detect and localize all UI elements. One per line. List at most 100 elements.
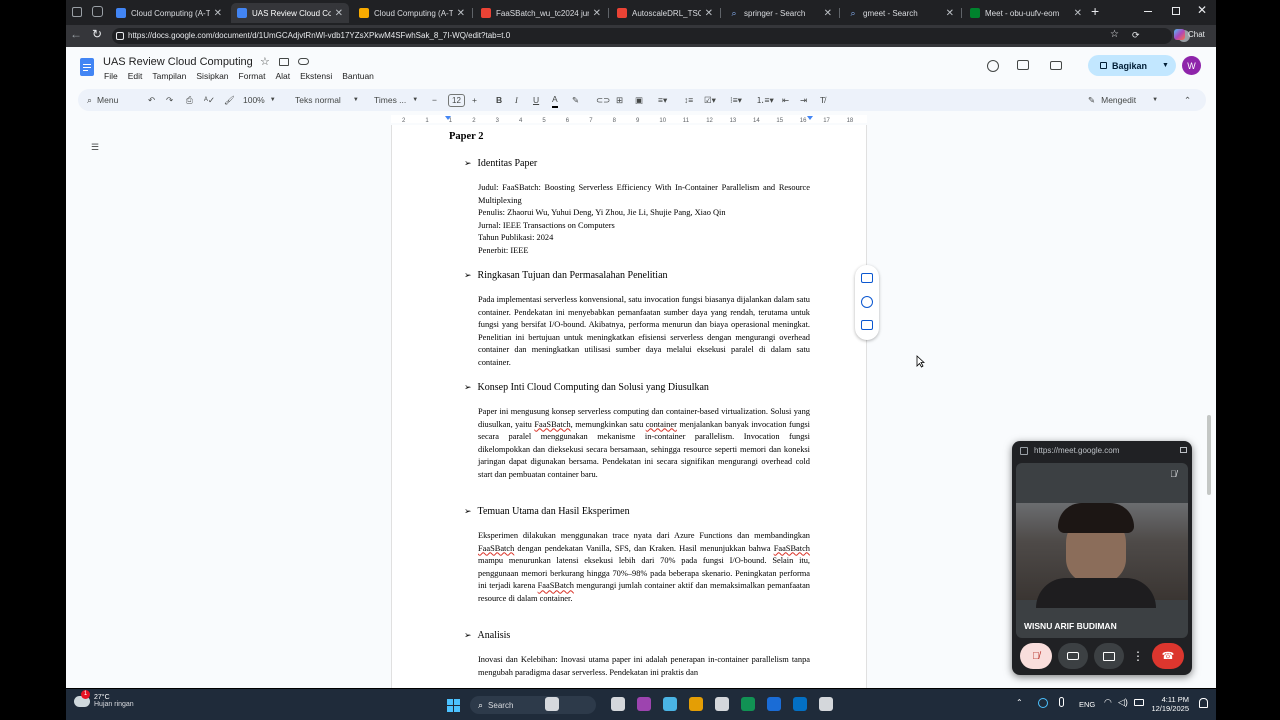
menu-item[interactable]: Alat	[275, 71, 290, 81]
scrollbar[interactable]	[1207, 415, 1211, 495]
ruler[interactable]: 2 1 1 2 3 4 5 6 7 8 9 10 11 12 13 14 15 16 17 18	[391, 115, 867, 123]
meet-picture-in-picture[interactable]: https://meet.google.com 🎙̸ WISNU ARIF BU…	[1012, 441, 1192, 675]
browser-tab[interactable]: Cloud Computing (A-TM-5) ✕	[110, 3, 228, 23]
menu-item[interactable]: Ekstensi	[300, 71, 332, 81]
volume-icon[interactable]: ◁)	[1118, 697, 1128, 708]
start-button[interactable]	[447, 699, 460, 712]
language-indicator[interactable]: ENG	[1079, 700, 1095, 709]
reload-button[interactable]: ↻	[92, 27, 102, 41]
edge-icon[interactable]	[741, 697, 755, 711]
outlook-icon[interactable]	[793, 697, 807, 711]
close-tab-icon[interactable]: ✕	[457, 8, 465, 19]
browser-tab[interactable]: UAS Review Cloud Computi ✕	[231, 3, 349, 23]
font-select[interactable]: Times ... ▼	[374, 89, 418, 111]
edge-browser-icon[interactable]	[767, 697, 781, 711]
close-tab-icon[interactable]: ✕	[824, 8, 832, 19]
print-icon[interactable]: ⎙	[186, 89, 193, 111]
link-icon[interactable]: ⊂⊃	[596, 89, 610, 111]
add-comment-icon[interactable]: ⊞	[616, 89, 623, 111]
menu-item[interactable]: Format	[239, 71, 266, 81]
add-comment-icon[interactable]	[861, 273, 873, 283]
close-tab-icon[interactable]: ✕	[705, 8, 713, 19]
cloud-saved-icon[interactable]	[298, 58, 309, 65]
account-avatar[interactable]: W	[1182, 56, 1201, 75]
browser-tab[interactable]: ⌕ springer - Search ✕	[723, 3, 838, 23]
docs-logo-icon[interactable]	[80, 58, 94, 76]
decrease-indent-icon[interactable]: ⇤	[782, 89, 789, 111]
text-color-button[interactable]: A	[552, 92, 558, 108]
menu-item[interactable]: Tampilan	[152, 71, 186, 81]
present-screen-button[interactable]	[1094, 643, 1124, 669]
camera-button[interactable]	[1058, 643, 1088, 669]
tray-chevron-icon[interactable]: ⌃	[1016, 698, 1023, 707]
tab-search-button[interactable]	[72, 7, 82, 17]
extensions-icon[interactable]: ⟳	[1132, 30, 1140, 41]
tray-mic-icon[interactable]	[1059, 697, 1064, 707]
spellcheck-icon[interactable]: ᴬ✓	[204, 89, 215, 111]
clock[interactable]: 4:11 PM 12/19/2025	[1151, 695, 1189, 713]
font-size-decrease-button[interactable]: −	[432, 89, 437, 111]
taskbar-search[interactable]: ⌕ Search	[470, 696, 596, 714]
bookmark-star-icon[interactable]: ☆	[1110, 29, 1119, 40]
menu-item[interactable]: File	[104, 71, 118, 81]
font-size-increase-button[interactable]: +	[472, 89, 477, 111]
paint-format-icon[interactable]: 🖌	[224, 89, 235, 111]
move-folder-icon[interactable]	[279, 58, 289, 66]
active-app-icon[interactable]	[819, 697, 833, 711]
back-button[interactable]: ←	[70, 27, 82, 41]
leave-call-button[interactable]: ☎	[1152, 643, 1184, 669]
meet-video-icon[interactable]	[1050, 61, 1062, 70]
undo-button[interactable]: ↶	[148, 89, 155, 111]
close-tab-icon[interactable]: ✕	[593, 8, 601, 19]
align-button[interactable]: ≡▾	[658, 89, 667, 111]
site-info-icon[interactable]	[116, 32, 124, 40]
zoom-select[interactable]: 100% ▼	[243, 89, 276, 111]
minimize-button[interactable]	[1144, 11, 1152, 12]
chat-app-icon[interactable]	[545, 697, 559, 711]
close-tab-icon[interactable]: ✕	[1074, 8, 1082, 19]
checklist-icon[interactable]: ☑▾	[704, 89, 716, 111]
close-tab-icon[interactable]: ✕	[946, 8, 954, 19]
share-button[interactable]: Bagikan ▼	[1088, 55, 1176, 76]
highlight-icon[interactable]: ✎	[572, 89, 579, 111]
star-icon[interactable]: ☆	[260, 55, 270, 68]
new-tab-button[interactable]: +	[1091, 3, 1099, 19]
browser-tab[interactable]: Cloud Computing (A-TM-5) ✕	[353, 3, 471, 23]
close-window-button[interactable]: ✕	[1197, 3, 1207, 17]
wifi-icon[interactable]: ◠	[1104, 697, 1112, 708]
line-spacing-icon[interactable]: ↕≡	[684, 89, 693, 111]
browser-tab[interactable]: ⌕ gmeet - Search ✕	[842, 3, 960, 23]
browser-tab[interactable]: AutoscaleDRL_TSC2024 jurn ✕	[611, 3, 719, 23]
underline-button[interactable]: U	[533, 89, 539, 111]
bulleted-list-icon[interactable]: ⁝≡▾	[730, 89, 742, 111]
menu-item[interactable]: Edit	[128, 71, 143, 81]
insert-image-icon[interactable]: ▣	[635, 89, 643, 111]
copilot-icon[interactable]	[663, 697, 677, 711]
copilot-app-icon[interactable]	[637, 697, 651, 711]
tab-groups-icon[interactable]	[92, 6, 103, 17]
menu-search[interactable]: ⌕ Menu	[87, 89, 118, 111]
version-history-icon[interactable]	[987, 60, 999, 72]
share-dropdown-icon[interactable]: ▼	[1162, 62, 1169, 69]
omnibox[interactable]: https://docs.google.com/document/d/1UmGC…	[112, 28, 1190, 44]
store-icon[interactable]	[715, 697, 729, 711]
task-view-icon[interactable]	[611, 697, 625, 711]
file-explorer-icon[interactable]	[689, 697, 703, 711]
browser-tab[interactable]: FaaSBatch_wu_tc2024 jurna ✕	[475, 3, 607, 23]
copilot-chat-button[interactable]: Chat	[1174, 29, 1205, 40]
menu-item[interactable]: Bantuan	[342, 71, 374, 81]
more-options-button[interactable]: ⋮	[1130, 643, 1146, 669]
pip-window-icon[interactable]	[1180, 447, 1187, 453]
suggest-edits-icon[interactable]	[861, 320, 873, 330]
url-text[interactable]: https://docs.google.com/document/d/1UmGC…	[128, 31, 510, 40]
document-title[interactable]: UAS Review Cloud Computing	[103, 56, 253, 68]
italic-button[interactable]: I	[515, 89, 518, 111]
comments-icon[interactable]	[1017, 60, 1029, 70]
close-tab-icon[interactable]: ✕	[335, 8, 343, 19]
menu-item[interactable]: Sisipkan	[196, 71, 228, 81]
battery-icon[interactable]	[1134, 699, 1144, 706]
clear-formatting-icon[interactable]: T̸	[820, 89, 825, 111]
editing-mode-select[interactable]: ✎ Mengedit ▼	[1088, 89, 1158, 111]
collapse-toolbar-icon[interactable]: ⌃	[1184, 89, 1191, 111]
redo-button[interactable]: ↷	[166, 89, 173, 111]
